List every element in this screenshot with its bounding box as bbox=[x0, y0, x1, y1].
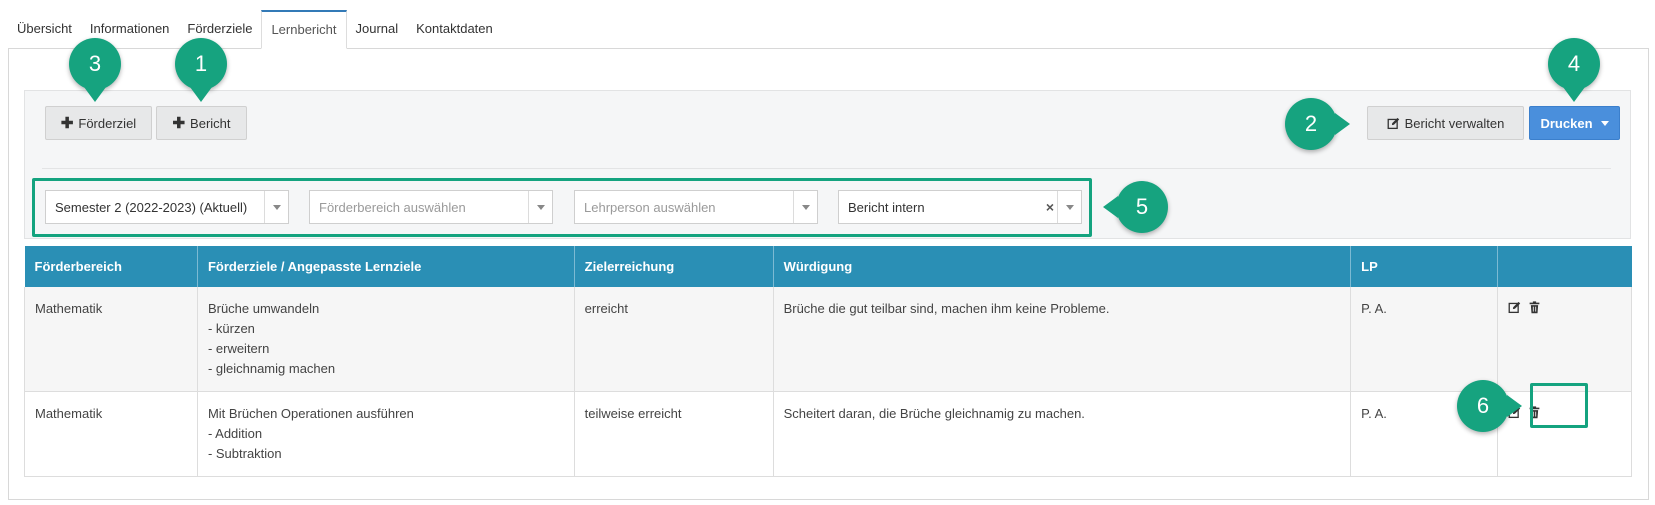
print-button[interactable]: Drucken bbox=[1529, 106, 1620, 140]
tab-lernbericht[interactable]: Lernbericht bbox=[261, 10, 347, 49]
trash-icon[interactable] bbox=[1528, 301, 1541, 314]
tab-uebersicht[interactable]: Übersicht bbox=[8, 10, 81, 49]
actions-cell bbox=[1497, 287, 1632, 392]
actions-highlight-frame bbox=[1530, 383, 1588, 428]
add-report-label: Bericht bbox=[190, 115, 231, 131]
tab-kontaktdaten[interactable]: Kontaktdaten bbox=[407, 10, 502, 49]
goal-item: - Subtraktion bbox=[207, 446, 282, 461]
callout-marker-2: 2 bbox=[1285, 98, 1337, 150]
callout-marker-4: 4 bbox=[1548, 38, 1600, 90]
column-header: Förderbereich bbox=[24, 246, 198, 287]
report-table: Förderbereich Förderziele / Angepasste L… bbox=[24, 246, 1632, 477]
area-cell: Mathematik bbox=[24, 287, 198, 392]
callout-marker-5: 5 bbox=[1116, 181, 1168, 233]
add-report-button[interactable]: ✚ Bericht bbox=[156, 106, 247, 140]
caret-down-icon bbox=[1600, 120, 1609, 126]
goal-cell: Mit Brüchen Operationen ausführen - Addi… bbox=[197, 391, 575, 477]
marker-number: 1 bbox=[194, 51, 208, 76]
edit-icon bbox=[1387, 117, 1399, 129]
area-cell: Mathematik bbox=[24, 391, 198, 477]
goal-cell: Brüche umwandeln - kürzen - erweitern - … bbox=[197, 287, 575, 392]
marker-number: 5 bbox=[1135, 194, 1149, 219]
plus-icon: ✚ bbox=[60, 114, 74, 132]
marker-number: 6 bbox=[1476, 393, 1490, 418]
print-label: Drucken bbox=[1540, 115, 1593, 131]
goal-title: Brüche umwandeln bbox=[207, 301, 320, 316]
callout-marker-3: 3 bbox=[69, 38, 121, 90]
marker-number: 2 bbox=[1304, 111, 1318, 136]
callout-marker-1: 1 bbox=[175, 38, 227, 90]
plus-icon: ✚ bbox=[172, 114, 186, 132]
column-header: Würdigung bbox=[773, 246, 1352, 287]
column-header: LP bbox=[1350, 246, 1499, 287]
goal-title: Mit Brüchen Operationen ausführen bbox=[207, 406, 414, 421]
goal-item: - gleichnamig machen bbox=[207, 361, 336, 376]
goal-item: - kürzen bbox=[207, 321, 255, 336]
achievement-cell: teilweise erreicht bbox=[574, 391, 774, 477]
marker-number: 3 bbox=[88, 51, 102, 76]
add-goal-button[interactable]: ✚ Förderziel bbox=[45, 106, 152, 140]
goal-item: - erweitern bbox=[207, 341, 270, 356]
column-header: Zielerreichung bbox=[574, 246, 774, 287]
manage-report-label: Bericht verwalten bbox=[1404, 115, 1505, 131]
marker-number: 4 bbox=[1567, 51, 1581, 76]
appraisal-cell: Brüche die gut teilbar sind, machen ihm … bbox=[773, 287, 1352, 392]
toolbar-divider bbox=[42, 168, 1611, 169]
achievement-cell: erreicht bbox=[574, 287, 774, 392]
tab-journal[interactable]: Journal bbox=[347, 10, 408, 49]
table-header-row: Förderbereich Förderziele / Angepasste L… bbox=[24, 246, 1632, 287]
add-goal-label: Förderziel bbox=[78, 115, 137, 131]
appraisal-cell: Scheitert daran, die Brüche gleichnamig … bbox=[773, 391, 1352, 477]
table-row: Mathematik Brüche umwandeln - kürzen - e… bbox=[24, 287, 1632, 392]
column-header bbox=[1497, 246, 1632, 287]
goal-item: - Addition bbox=[207, 426, 263, 441]
filter-highlight-frame bbox=[32, 178, 1092, 237]
manage-report-button[interactable]: Bericht verwalten bbox=[1367, 106, 1524, 140]
edit-icon[interactable] bbox=[1508, 301, 1521, 314]
table-row: Mathematik Mit Brüchen Operationen ausfü… bbox=[24, 391, 1632, 477]
callout-marker-6: 6 bbox=[1457, 380, 1509, 432]
lp-cell: P. A. bbox=[1350, 287, 1499, 392]
column-header: Förderziele / Angepasste Lernziele bbox=[197, 246, 575, 287]
